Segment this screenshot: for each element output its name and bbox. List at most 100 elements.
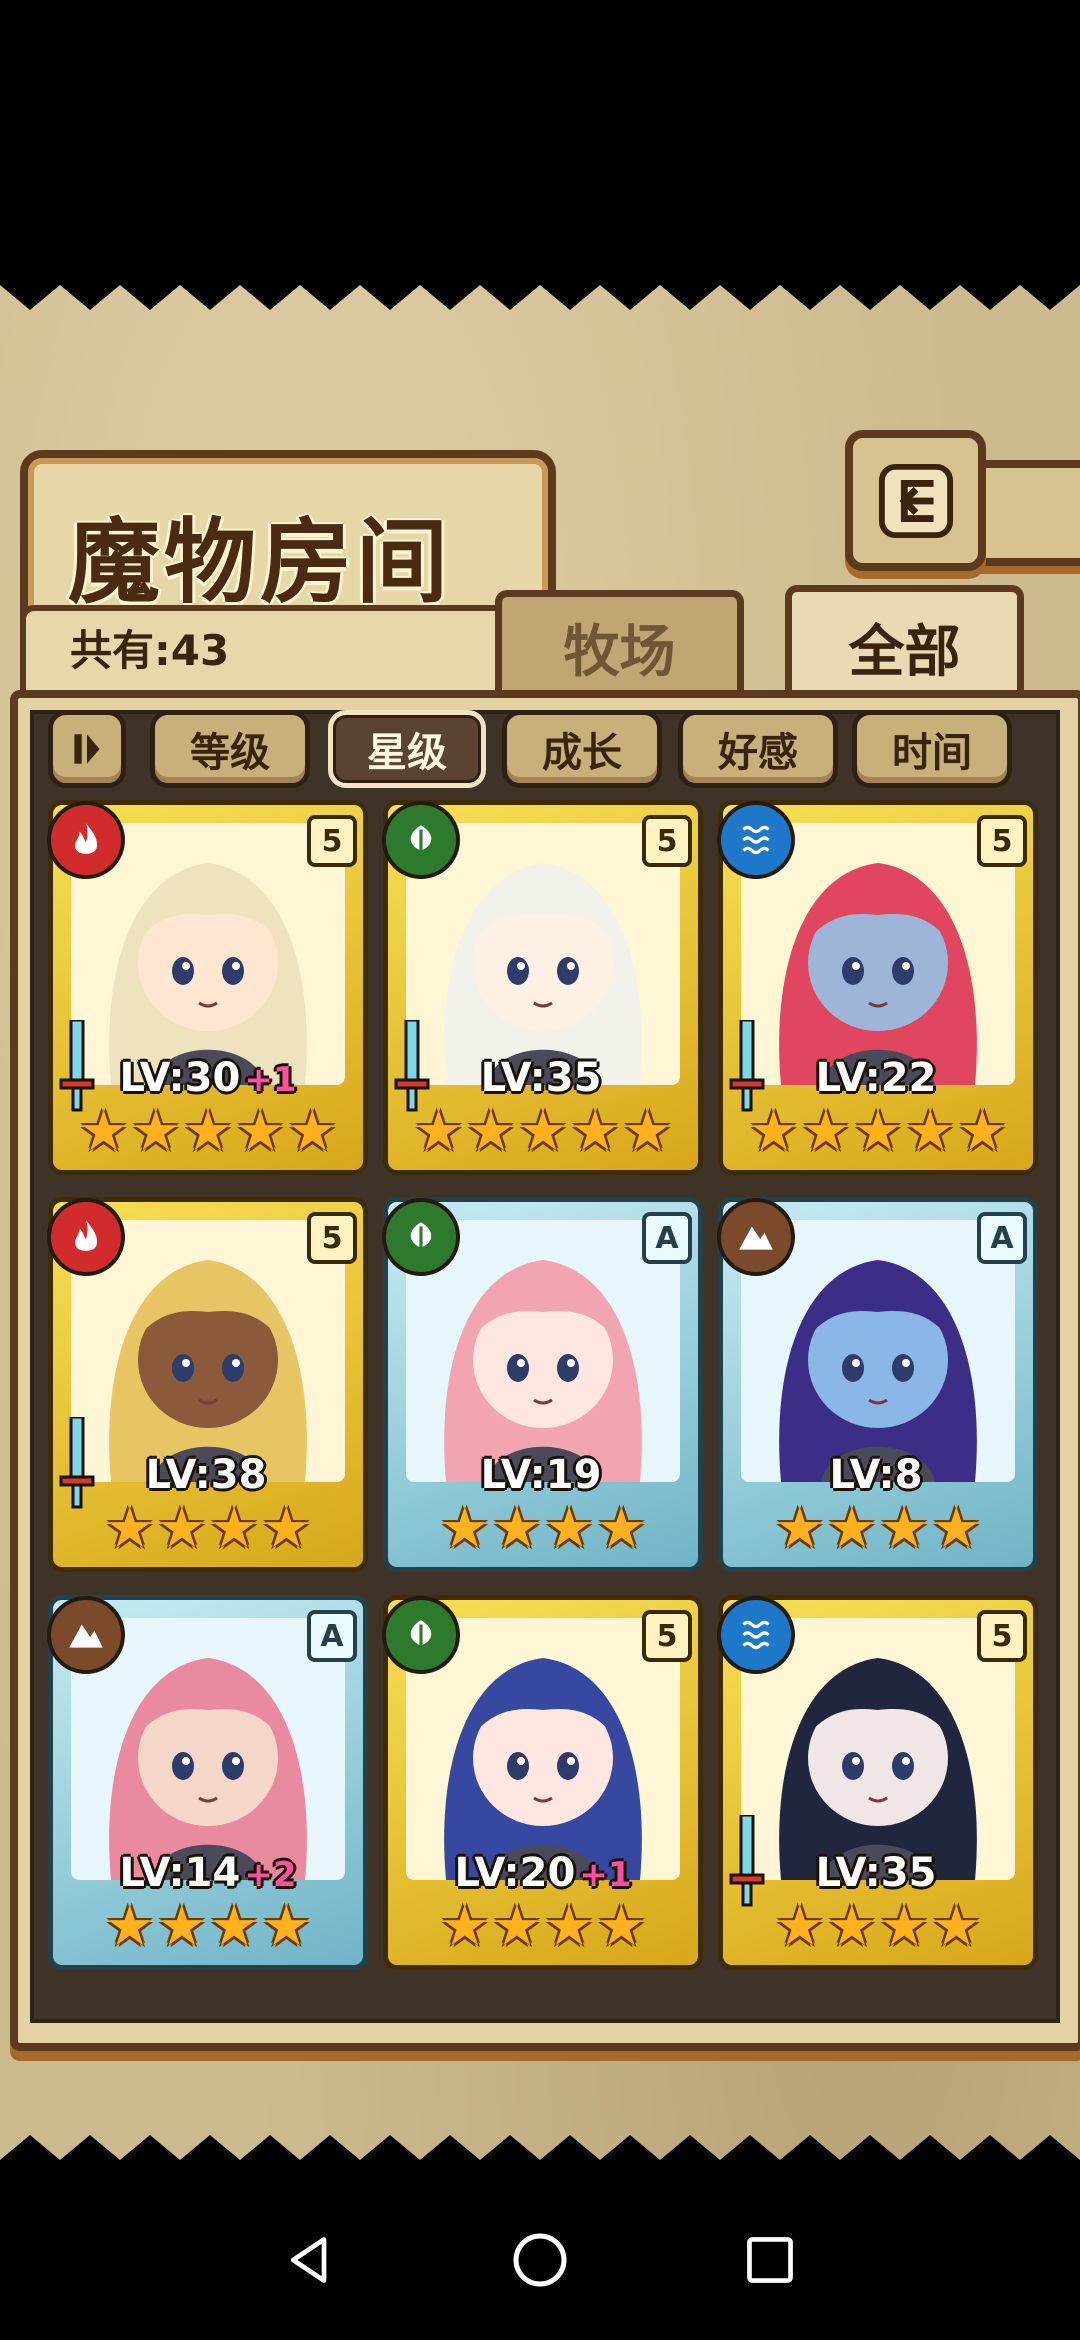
star-rating: ★ ★ ★ ★ — [388, 1501, 698, 1557]
monster-card[interactable]: A LV:8 ★ ★ ★ ★ — [717, 1197, 1038, 1572]
star-rating: ★ ★ ★ ★ — [388, 1899, 698, 1955]
bottom-zigzag-border — [0, 2135, 1080, 2180]
star-icon: ★ — [544, 1894, 595, 1959]
star-icon: ★ — [491, 1894, 542, 1959]
monster-card[interactable]: A LV:14 +2 ★ ★ ★ ★ — [47, 1595, 368, 1970]
monster-level: LV:20 +1 — [388, 1850, 698, 1896]
level-text: LV:38 — [145, 1452, 267, 1498]
star-icon: ★ — [931, 1496, 982, 1561]
monster-level: LV:19 — [388, 1452, 698, 1498]
sort-toggle-icon — [74, 734, 100, 764]
star-icon: ★ — [261, 1894, 312, 1959]
star-icon: ★ — [517, 1099, 569, 1164]
monster-level: LV:22 — [723, 1055, 1033, 1101]
star-icon: ★ — [800, 1099, 851, 1164]
sort-level-button[interactable]: 等级 — [150, 710, 310, 788]
rank-badge: 5 — [642, 1610, 692, 1662]
monster-level: LV:38 — [53, 1452, 363, 1498]
sort-affection-button[interactable]: 好感 — [678, 710, 838, 788]
star-icon: ★ — [182, 1099, 234, 1164]
rank-badge: 5 — [977, 815, 1027, 867]
star-icon: ★ — [596, 1894, 647, 1959]
rank-badge: A — [977, 1212, 1027, 1264]
star-icon: ★ — [596, 1496, 647, 1561]
element-earth-icon — [47, 1596, 125, 1674]
monster-level: LV:30 +1 — [53, 1055, 363, 1101]
star-rating: ★ ★ ★ ★ — [53, 1899, 363, 1955]
star-icon: ★ — [439, 1496, 490, 1561]
star-icon: ★ — [261, 1496, 312, 1561]
level-bonus: +2 — [244, 1855, 297, 1895]
element-fire-icon — [47, 1198, 125, 1276]
top-zigzag-border — [0, 265, 1080, 310]
nav-recents-button[interactable] — [730, 2220, 810, 2300]
monster-card[interactable]: 5 LV:35 ★ ★ ★ ★ ★ — [382, 800, 703, 1175]
monster-card[interactable]: A LV:19 ★ ★ ★ ★ — [382, 1197, 703, 1572]
nav-home-button[interactable] — [500, 2220, 580, 2300]
star-rating: ★ ★ ★ ★ ★ — [723, 1104, 1033, 1160]
back-button-tail — [975, 460, 1080, 566]
sort-toggle-button[interactable] — [48, 710, 126, 788]
element-water-icon — [717, 801, 795, 879]
star-rating: ★ ★ ★ ★ ★ — [53, 1104, 363, 1160]
sort-time-button[interactable]: 时间 — [852, 710, 1012, 788]
monster-level: LV:35 — [388, 1055, 698, 1101]
page-title: 魔物房间 — [68, 508, 453, 616]
rank-badge: 5 — [307, 1212, 357, 1264]
back-triangle-icon — [290, 2237, 327, 2283]
back-button[interactable] — [845, 430, 986, 571]
star-icon: ★ — [826, 1496, 877, 1561]
star-rating: ★ ★ ★ ★ — [53, 1501, 363, 1557]
monster-level: LV:35 — [723, 1850, 1033, 1896]
star-icon: ★ — [287, 1099, 338, 1164]
star-rating: ★ ★ ★ ★ ★ — [388, 1104, 698, 1160]
star-icon: ★ — [774, 1894, 825, 1959]
monster-count: 共有:43 — [70, 626, 230, 675]
star-icon: ★ — [465, 1099, 516, 1164]
level-text: LV:20 — [454, 1850, 576, 1896]
level-text: LV:14 — [119, 1850, 241, 1896]
star-icon: ★ — [491, 1496, 542, 1561]
element-earth-icon — [717, 1198, 795, 1276]
star-icon: ★ — [774, 1496, 825, 1561]
level-text: LV:35 — [480, 1055, 602, 1101]
monster-card[interactable]: 5 LV:20 +1 ★ ★ ★ ★ — [382, 1595, 703, 1970]
nav-back-button[interactable] — [270, 2220, 350, 2300]
star-icon: ★ — [104, 1894, 155, 1959]
star-icon: ★ — [130, 1099, 181, 1164]
rank-badge: 5 — [977, 1610, 1027, 1662]
monster-card[interactable]: 5 LV:22 ★ ★ ★ ★ ★ — [717, 800, 1038, 1175]
star-icon: ★ — [544, 1496, 595, 1561]
sort-growth-button[interactable]: 成长 — [502, 710, 662, 788]
star-icon: ★ — [748, 1099, 799, 1164]
star-icon: ★ — [852, 1099, 904, 1164]
star-icon: ★ — [905, 1099, 956, 1164]
rank-badge: A — [307, 1610, 357, 1662]
star-rating: ★ ★ ★ ★ — [723, 1501, 1033, 1557]
star-icon: ★ — [413, 1099, 464, 1164]
rank-badge: 5 — [642, 815, 692, 867]
star-icon: ★ — [209, 1894, 260, 1959]
star-icon: ★ — [104, 1496, 155, 1561]
star-icon: ★ — [78, 1099, 129, 1164]
star-icon: ★ — [826, 1894, 877, 1959]
tab-ranch[interactable]: 牧场 — [495, 590, 744, 697]
monster-card[interactable]: 5 LV:35 ★ ★ ★ ★ — [717, 1595, 1038, 1970]
element-leaf-icon — [382, 801, 460, 879]
star-icon: ★ — [957, 1099, 1008, 1164]
star-icon: ★ — [156, 1894, 207, 1959]
recents-square-icon — [747, 2237, 793, 2283]
star-icon: ★ — [439, 1894, 490, 1959]
sort-star-button[interactable]: 星级 — [328, 710, 486, 788]
star-icon: ★ — [622, 1099, 673, 1164]
home-circle-icon — [513, 2233, 567, 2287]
star-icon: ★ — [879, 1894, 930, 1959]
star-icon: ★ — [235, 1099, 286, 1164]
level-text: LV:19 — [480, 1452, 602, 1498]
monster-card[interactable]: 5 LV:38 ★ ★ ★ ★ — [47, 1197, 368, 1572]
rank-badge: 5 — [307, 815, 357, 867]
tab-all[interactable]: 全部 — [785, 585, 1024, 702]
monster-card[interactable]: 5 LV:30 +1 ★ ★ ★ ★ ★ — [47, 800, 368, 1175]
star-icon: ★ — [209, 1496, 260, 1561]
star-icon: ★ — [570, 1099, 621, 1164]
